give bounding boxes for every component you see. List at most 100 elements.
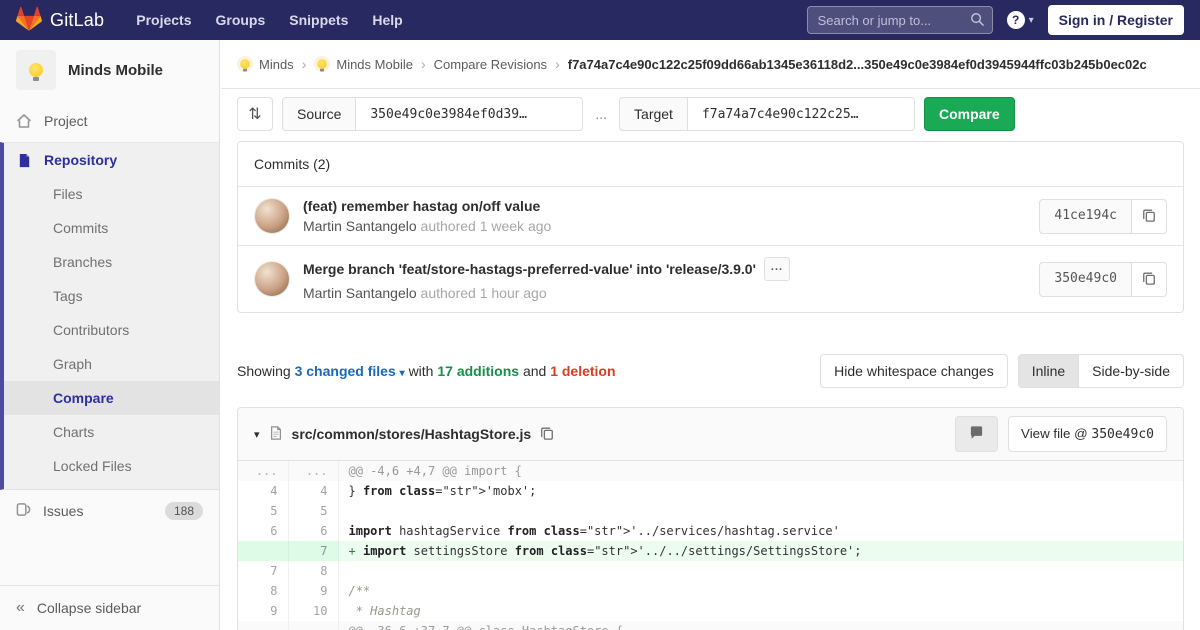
commit-author-avatar[interactable] <box>254 198 290 234</box>
sign-in-register-button[interactable]: Sign in / Register <box>1047 5 1184 35</box>
new-line-number[interactable]: 6 <box>288 521 339 541</box>
sidebar-item-issues[interactable]: Issues 188 <box>0 490 219 532</box>
file-icon <box>269 425 283 444</box>
sidebar-item-tags[interactable]: Tags <box>4 279 219 313</box>
project-avatar <box>314 56 331 72</box>
commit-title[interactable]: Merge branch 'feat/store-hastags-preferr… <box>303 257 791 281</box>
new-line-number[interactable]: ... <box>288 621 339 630</box>
sidebar-item-files[interactable]: Files <box>4 177 219 211</box>
new-line-number[interactable]: 10 <box>288 601 339 621</box>
top-navbar: GitLab Projects Groups Snippets Help ? ▾… <box>0 0 1200 40</box>
project-avatar <box>16 50 56 90</box>
collapse-sidebar-button[interactable]: « Collapse sidebar <box>0 585 219 630</box>
commit-title[interactable]: (feat) remember hastag on/off value <box>303 198 551 214</box>
new-line-number[interactable]: 5 <box>288 501 339 521</box>
hide-whitespace-button[interactable]: Hide whitespace changes <box>820 354 1008 388</box>
old-line-number[interactable]: ... <box>238 621 289 630</box>
nav-item-groups[interactable]: Groups <box>205 6 275 34</box>
sidebar-item-compare[interactable]: Compare <box>4 381 219 415</box>
sidebar-item-label: Repository <box>44 152 118 168</box>
diff-line-context: 4 4} from class="str">'mobx'; <box>238 481 1183 501</box>
diff-code-cell: /** <box>348 584 371 598</box>
diff-file-panel: ▾ src/common/stores/HashtagStore.js View… <box>237 407 1184 630</box>
diff-line-context: 78 <box>238 561 1183 581</box>
breadcrumb-item-minds[interactable]: Minds <box>237 56 294 72</box>
sidebar-item-graph[interactable]: Graph <box>4 347 219 381</box>
sidebar-item-commits[interactable]: Commits <box>4 211 219 245</box>
breadcrumb-item-compare-revisions[interactable]: Compare Revisions <box>434 57 547 72</box>
search-input[interactable] <box>806 6 993 34</box>
range-dots: ... <box>595 106 608 122</box>
new-line-number[interactable]: 4 <box>288 481 339 501</box>
diff-line-match: ......@@ -36,6 +37,7 @@ class HashtagSto… <box>238 621 1183 630</box>
new-line-number[interactable]: 7 <box>288 541 339 561</box>
project-title[interactable]: Minds Mobile <box>68 62 163 79</box>
commit-sha-link[interactable]: 41ce194c <box>1039 198 1132 234</box>
sidebar-item-locked-files[interactable]: Locked Files <box>4 449 219 483</box>
old-line-number[interactable]: 6 <box>238 521 289 541</box>
diff-code-cell: * Hashtag <box>348 604 421 618</box>
lightbulb-icon <box>240 59 250 72</box>
toggle-commit-description-button[interactable]: ... <box>763 257 791 281</box>
diff-line-added: 7 + import settingsStore from class="str"… <box>238 541 1183 561</box>
old-line-number[interactable]: 7 <box>238 561 289 581</box>
target-ref-dropdown[interactable]: f7a74a7c4e90c122c25… <box>686 97 915 131</box>
commit-meta: Martin Santangelo authored 1 week ago <box>303 218 551 234</box>
diff-code-cell: @@ -36,6 +37,7 @@ class HashtagStore { <box>338 621 1183 630</box>
sidebar-item-branches[interactable]: Branches <box>4 245 219 279</box>
comment-bubble-icon <box>969 425 984 443</box>
diff-line-context: 9 10 * Hashtag <box>238 601 1183 621</box>
copy-sha-button[interactable] <box>1132 198 1167 234</box>
diff-code-cell: @@ -4,6 +4,7 @@ import { <box>338 461 1183 481</box>
help-dropdown[interactable]: ? ▾ <box>1006 11 1034 29</box>
commit-author-avatar[interactable] <box>254 261 290 297</box>
commit-author-name[interactable]: Martin Santangelo <box>303 218 417 234</box>
old-line-number[interactable]: 8 <box>238 581 289 601</box>
diff-line-context: 6 6 import hashtagService from class="str"… <box>238 521 1183 541</box>
nav-item-help[interactable]: Help <box>362 6 412 34</box>
old-line-number[interactable]: 9 <box>238 601 289 621</box>
compare-button[interactable]: Compare <box>923 97 1015 131</box>
gitlab-logo[interactable]: GitLab <box>16 6 104 35</box>
document-icon <box>16 152 32 168</box>
new-line-number[interactable]: 9 <box>288 581 339 601</box>
source-ref-dropdown[interactable]: 350e49c0e3984ef0d39… <box>355 97 584 131</box>
sidebar-item-label: Issues <box>43 503 84 519</box>
sidebar-item-contributors[interactable]: Contributors <box>4 313 219 347</box>
logo-wordmark: GitLab <box>50 9 105 30</box>
toggle-comments-button[interactable] <box>955 416 999 452</box>
diff-line-match: ...... @@ -4,6 +4,7 @@ import { <box>238 461 1183 481</box>
new-line-number[interactable]: ... <box>288 461 339 481</box>
old-line-number[interactable]: ... <box>238 461 289 481</box>
sidebar-item-repository[interactable]: Repository <box>4 143 219 177</box>
diff-line-context: 55 <box>238 501 1183 521</box>
view-file-button[interactable]: View file @ 350e49c0 <box>1008 416 1167 452</box>
nav-item-projects[interactable]: Projects <box>126 6 201 34</box>
side-by-side-view-button[interactable]: Side-by-side <box>1079 354 1184 388</box>
breadcrumb-item-minds-mobile[interactable]: Minds Mobile <box>314 56 413 72</box>
sidebar-item-charts[interactable]: Charts <box>4 415 219 449</box>
tanuki-icon <box>16 6 42 35</box>
lightbulb-icon <box>29 63 43 81</box>
collapse-diff-caret-icon[interactable]: ▾ <box>254 428 260 441</box>
breadcrumb-current-sha-range: f7a74a7c4e90c122c25f09dd66ab1345e36118d2… <box>567 56 1147 72</box>
diff-line-context: 8 9 /** <box>238 581 1183 601</box>
search-icon <box>970 12 985 27</box>
swap-revisions-button[interactable]: ⇅ <box>237 97 273 131</box>
changed-files-dropdown[interactable]: 3 changed files ▾ <box>295 363 405 379</box>
nav-item-snippets[interactable]: Snippets <box>279 6 358 34</box>
copy-path-icon[interactable] <box>540 426 554 443</box>
diff-view-toggle: Inline Side-by-side <box>1017 354 1184 388</box>
copy-icon <box>1142 271 1156 288</box>
diff-file-header: ▾ src/common/stores/HashtagStore.js View… <box>238 408 1183 461</box>
copy-sha-button[interactable] <box>1132 261 1167 297</box>
old-line-number[interactable]: 4 <box>238 481 289 501</box>
new-line-number[interactable]: 8 <box>288 561 339 581</box>
old-line-number[interactable]: 5 <box>238 501 289 521</box>
commit-sha-link[interactable]: 350e49c0 <box>1039 261 1132 297</box>
diff-table: ...... @@ -4,6 +4,7 @@ import {4 4} from c… <box>238 461 1183 630</box>
sidebar-item-project[interactable]: Project <box>0 104 219 138</box>
old-line-number[interactable] <box>238 541 289 561</box>
commit-author-name[interactable]: Martin Santangelo <box>303 285 417 301</box>
inline-view-button[interactable]: Inline <box>1017 354 1080 388</box>
